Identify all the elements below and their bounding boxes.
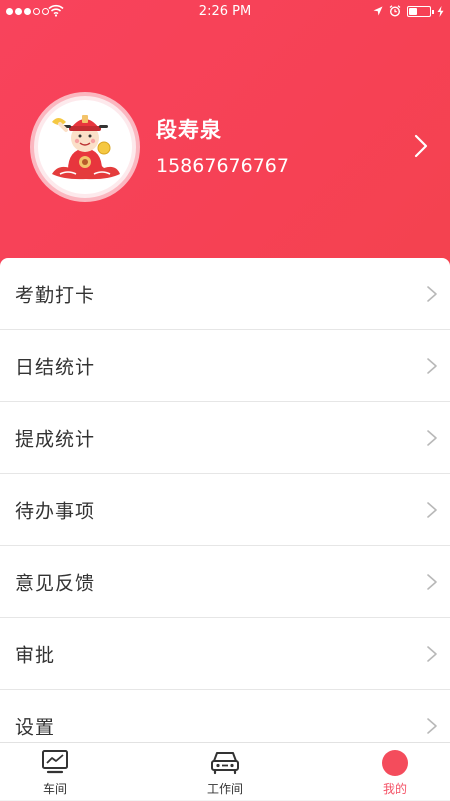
menu-item-label: 考勤打卡 [15,284,96,306]
tab-label: 我的 [382,782,407,796]
chevron-right-icon [427,573,437,590]
menu-item-label: 审批 [15,644,56,666]
chevron-right-icon [427,501,437,518]
tab-label: 工作间 [206,782,243,796]
menu-item-approval[interactable]: 审批 [0,618,450,690]
chevron-right-icon [427,429,437,446]
profile-chevron-right-icon[interactable] [410,133,432,159]
user-phone: 15867676767 [156,155,289,177]
menu-list: 考勤打卡 日结统计 提成统计 待办事项 意见反馈 审批 设置 [0,258,450,742]
charging-bolt-icon [437,5,444,17]
chevron-right-icon [427,645,437,662]
profile-header: 2:26 PM 段寿泉 15867676767 [0,0,450,270]
menu-item-label: 日结统计 [15,356,96,378]
chevron-right-icon [427,717,437,734]
menu-item-settings[interactable]: 设置 [0,690,450,742]
location-arrow-icon [373,6,383,16]
chevron-right-icon [427,357,437,374]
tab-mine[interactable]: 我的 [350,743,440,801]
tab-label: 车间 [42,782,67,796]
user-name: 段寿泉 [156,118,222,142]
menu-item-commission[interactable]: 提成统计 [0,402,450,474]
tab-bar: 车间 工作间 我的 [0,742,450,800]
menu-item-label: 设置 [15,716,56,738]
menu-item-label: 意见反馈 [15,572,96,594]
menu-item-daily-settlement[interactable]: 日结统计 [0,330,450,402]
menu-item-label: 提成统计 [15,428,96,450]
menu-item-feedback[interactable]: 意见反馈 [0,546,450,618]
status-bar: 2:26 PM [0,0,450,24]
chart-monitor-icon [42,750,68,774]
tab-workroom[interactable]: 工作间 [180,743,270,801]
battery-icon [407,5,434,17]
chevron-right-icon [427,285,437,302]
fortune-god-avatar-icon [52,115,120,180]
car-icon [211,752,239,775]
alarm-icon [389,5,401,17]
menu-item-todo[interactable]: 待办事项 [0,474,450,546]
menu-item-label: 待办事项 [15,500,96,522]
avatar[interactable] [30,92,140,202]
menu-item-attendance[interactable]: 考勤打卡 [0,258,450,330]
profile-dot-icon [382,750,408,776]
tab-workshop[interactable]: 车间 [10,743,100,801]
